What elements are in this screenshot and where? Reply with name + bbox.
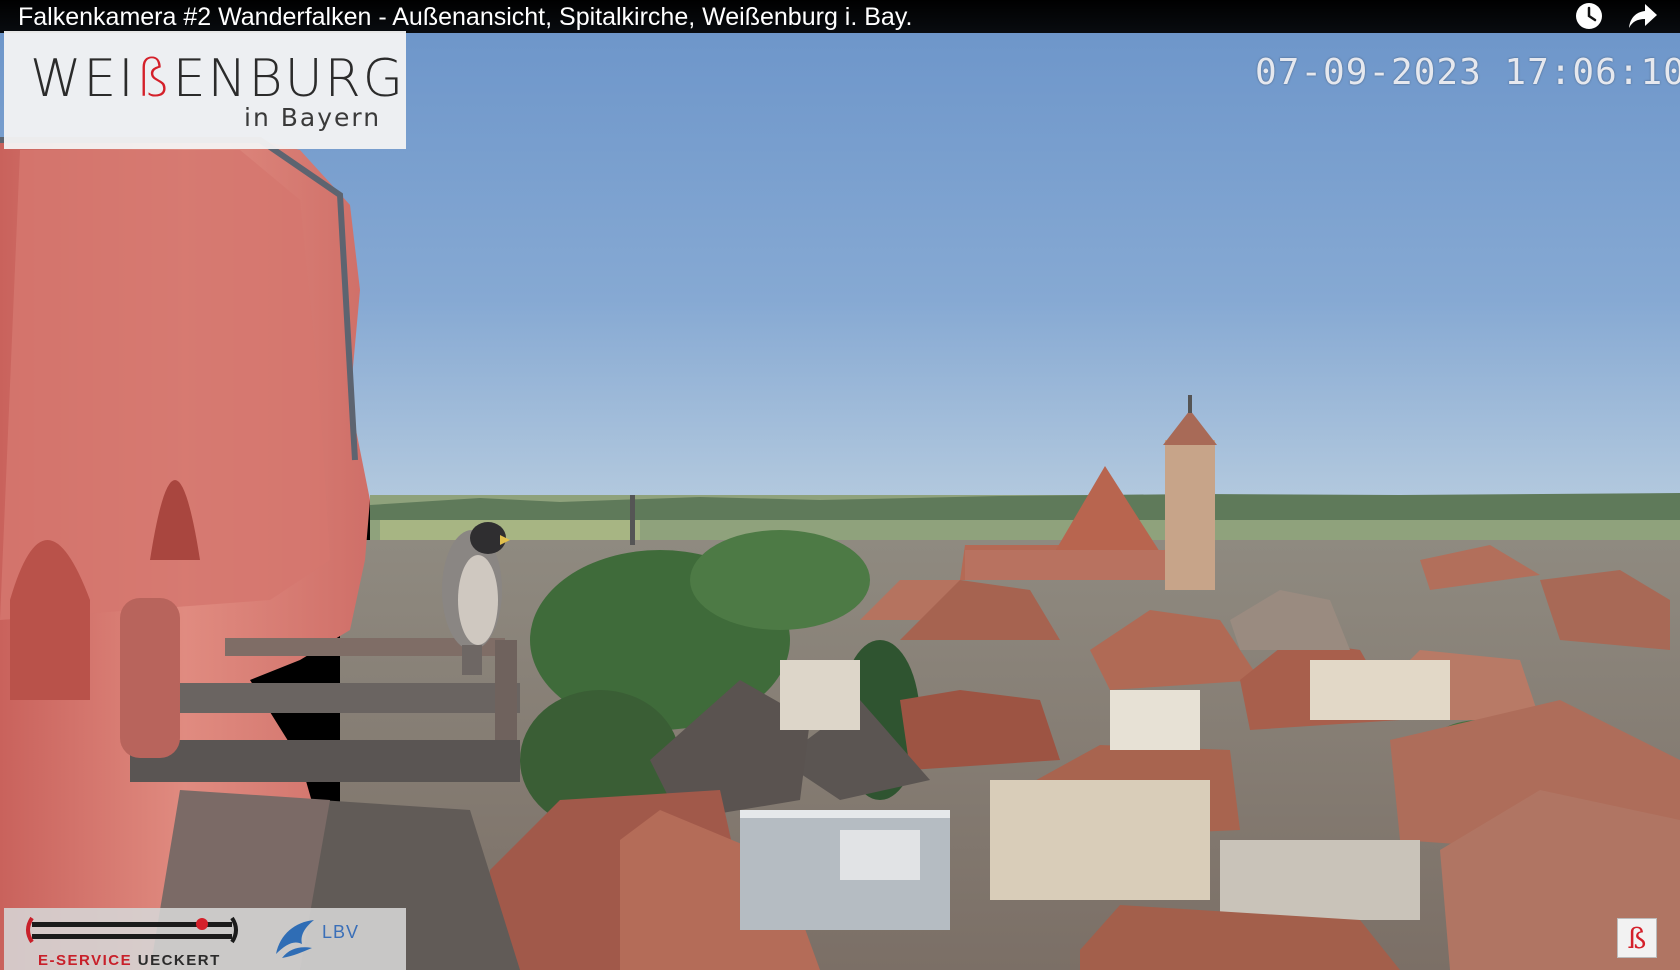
- logo-subtitle: in Bayern: [244, 103, 382, 132]
- sponsor-logos: E-SERVICE UECKERT LBV: [4, 908, 406, 970]
- watch-later-button[interactable]: [1569, 0, 1609, 32]
- lbv-bird-icon: [276, 920, 314, 958]
- video-player[interactable]: Falkenkamera #2 Wanderfalken - Außenansi…: [0, 0, 1680, 970]
- video-title[interactable]: Falkenkamera #2 Wanderfalken - Außenansi…: [18, 2, 912, 32]
- share-arrow-icon: [1629, 4, 1657, 28]
- clock-icon: [1576, 3, 1602, 29]
- weissenburg-s-icon: ß: [1628, 922, 1647, 955]
- title-bar: Falkenkamera #2 Wanderfalken - Außenansi…: [0, 0, 1680, 33]
- church-tower: [1165, 440, 1215, 590]
- svg-text:ß: ß: [1628, 922, 1647, 955]
- perch-grate: [135, 683, 520, 713]
- logo-wordmark: WEIßENBURG: [30, 49, 406, 109]
- weissenburg-corner-badge: ß: [1617, 918, 1657, 958]
- share-button[interactable]: [1623, 0, 1663, 32]
- camera-timestamp: 07-09-2023 17:06:10: [1255, 52, 1680, 93]
- lbv-text: LBV: [322, 922, 360, 942]
- house-facade: [990, 780, 1210, 900]
- weissenburg-logo: WEIßENBURG in Bayern: [4, 31, 406, 149]
- eservice-logo-icon: [26, 916, 238, 944]
- eservice-text: E-SERVICE UECKERT: [38, 952, 221, 969]
